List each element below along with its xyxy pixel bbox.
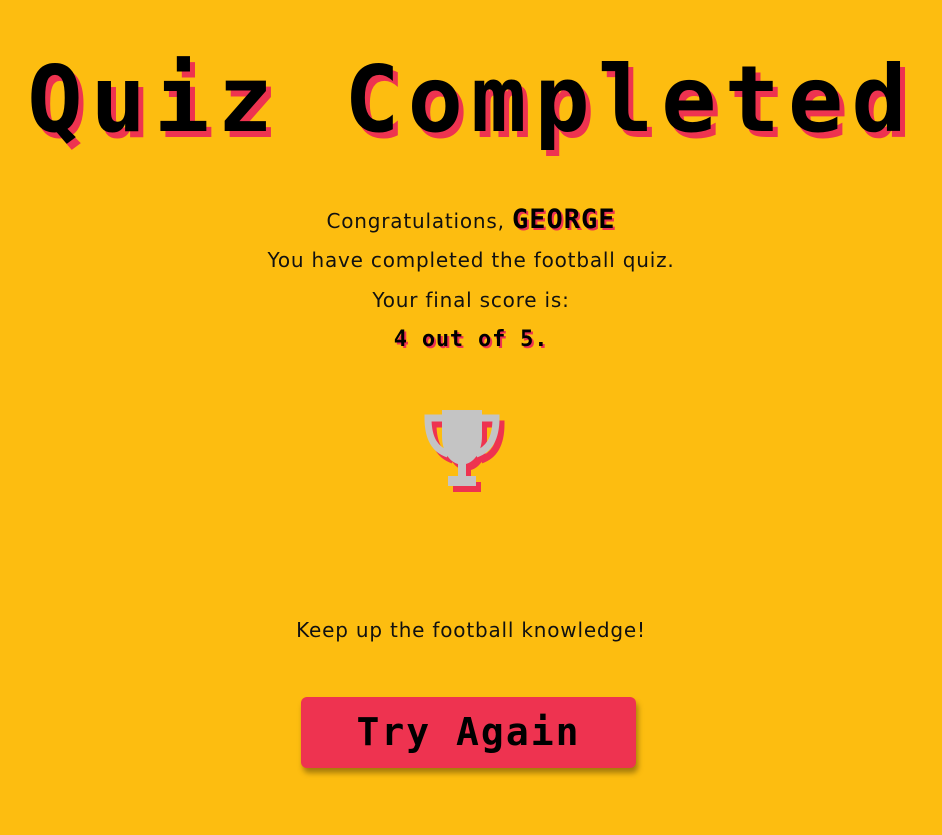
final-score: 4 out of 5. (393, 327, 549, 352)
encouragement-message: Keep up the football knowledge! (296, 618, 646, 642)
quiz-results-page: Quiz Completed Congratulations, GEORGE Y… (0, 0, 942, 835)
score-label: Your final score is: (372, 288, 570, 312)
congratulations-line: Congratulations, GEORGE (0, 200, 942, 240)
result-summary: Congratulations, GEORGE You have complet… (0, 200, 942, 360)
congratulations-text: Congratulations, (326, 209, 512, 233)
try-again-button[interactable]: Try Again (301, 697, 636, 768)
trophy-icon (424, 410, 505, 492)
completed-text: You have completed the football quiz. (267, 248, 675, 272)
page-title: Quiz Completed (27, 46, 915, 153)
player-name: GEORGE (511, 204, 616, 235)
